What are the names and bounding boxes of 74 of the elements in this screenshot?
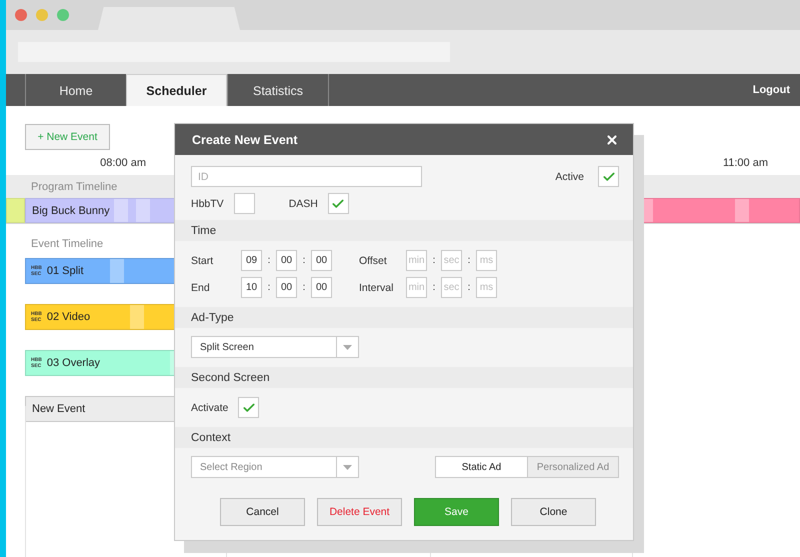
logout-link[interactable]: Logout: [752, 84, 790, 96]
time-label: End: [191, 282, 211, 294]
event-title: 03 Overlay: [46, 357, 100, 369]
time-field[interactable]: sec: [441, 250, 462, 271]
ad-mode-toggle[interactable]: Static Ad: [436, 457, 527, 477]
colon-separator: :: [432, 255, 436, 266]
option-label: HbbTV: [191, 198, 224, 210]
option-label: DASH: [288, 198, 318, 210]
colon-separator: :: [467, 282, 471, 293]
time-field[interactable]: 00: [311, 250, 332, 271]
bar-highlight: [110, 259, 124, 283]
region-select[interactable]: Select Region: [191, 456, 359, 478]
section-heading: Second Screen: [175, 367, 633, 388]
time-field[interactable]: 00: [276, 277, 297, 298]
check-icon: [602, 170, 616, 184]
time-label: 08:00 am: [99, 156, 146, 168]
maximize-window-icon[interactable]: [57, 9, 69, 21]
dialog-button[interactable]: Cancel: [220, 498, 305, 526]
colon-separator: :: [267, 255, 271, 266]
bar-highlight: [114, 199, 128, 222]
time-label: Offset: [359, 254, 388, 266]
event-title: New Event: [32, 403, 86, 415]
caret-icon: [343, 344, 352, 350]
timeline-label: Program Timeline: [31, 180, 118, 192]
dialog-button[interactable]: Clone: [511, 498, 596, 526]
program-title: Big Buck Bunny: [32, 204, 110, 216]
id-field[interactable]: ID: [191, 166, 422, 187]
section-heading: Time: [175, 220, 633, 241]
section-heading: Ad-Type: [175, 307, 633, 328]
timeline-label: Event Timeline: [31, 238, 104, 250]
colon-separator: :: [467, 255, 471, 266]
caret-icon: [343, 464, 352, 470]
check-icon: [331, 196, 346, 210]
select-placeholder: Select Region: [199, 462, 262, 472]
option-label: Activate: [191, 402, 228, 414]
active-label: Active: [555, 170, 584, 182]
time-field[interactable]: 00: [311, 277, 332, 298]
event-title: 01 Split: [46, 265, 84, 277]
colon-separator: :: [302, 255, 306, 266]
close-button[interactable]: [605, 132, 619, 146]
ad-type-select[interactable]: Split Screen: [191, 336, 359, 358]
time-field[interactable]: min: [406, 250, 427, 271]
colon-separator: :: [302, 282, 306, 293]
colon-separator: :: [432, 282, 436, 293]
time-label: Interval: [359, 282, 394, 294]
activate-checkbox[interactable]: [238, 397, 260, 418]
bar-highlight: [136, 199, 150, 222]
check-icon: [242, 400, 256, 414]
section-heading: Context: [175, 427, 633, 448]
time-field[interactable]: 00: [276, 250, 297, 271]
event-title: 02 Video: [46, 311, 90, 323]
time-field[interactable]: ms: [476, 277, 497, 298]
time-field[interactable]: sec: [441, 277, 462, 298]
minimize-window-icon[interactable]: [36, 9, 48, 21]
dialog-title: Create New Event: [192, 132, 298, 146]
time-field[interactable]: ms: [476, 250, 497, 271]
time-field[interactable]: 10: [241, 277, 262, 298]
time-label: 11:00 am: [722, 156, 768, 168]
program-bar[interactable]: [6, 198, 25, 223]
colon-separator: :: [267, 282, 271, 293]
option-checkbox[interactable]: [234, 193, 255, 214]
time-label: Start: [191, 254, 214, 266]
bar-highlight: [735, 199, 749, 222]
time-field[interactable]: 09: [241, 250, 262, 271]
time-field[interactable]: min: [406, 277, 427, 298]
close-window-icon[interactable]: [15, 9, 27, 21]
select-value: Split Screen: [199, 342, 254, 352]
new-event-bar[interactable]: New Event: [25, 396, 175, 422]
option-checkbox[interactable]: [328, 193, 349, 214]
dialog-button[interactable]: Delete Event: [317, 498, 402, 526]
active-checkbox[interactable]: [598, 166, 619, 187]
nav-tab[interactable]: Scheduler: [126, 74, 227, 106]
close-icon: [605, 132, 619, 146]
bar-highlight: [130, 305, 144, 329]
